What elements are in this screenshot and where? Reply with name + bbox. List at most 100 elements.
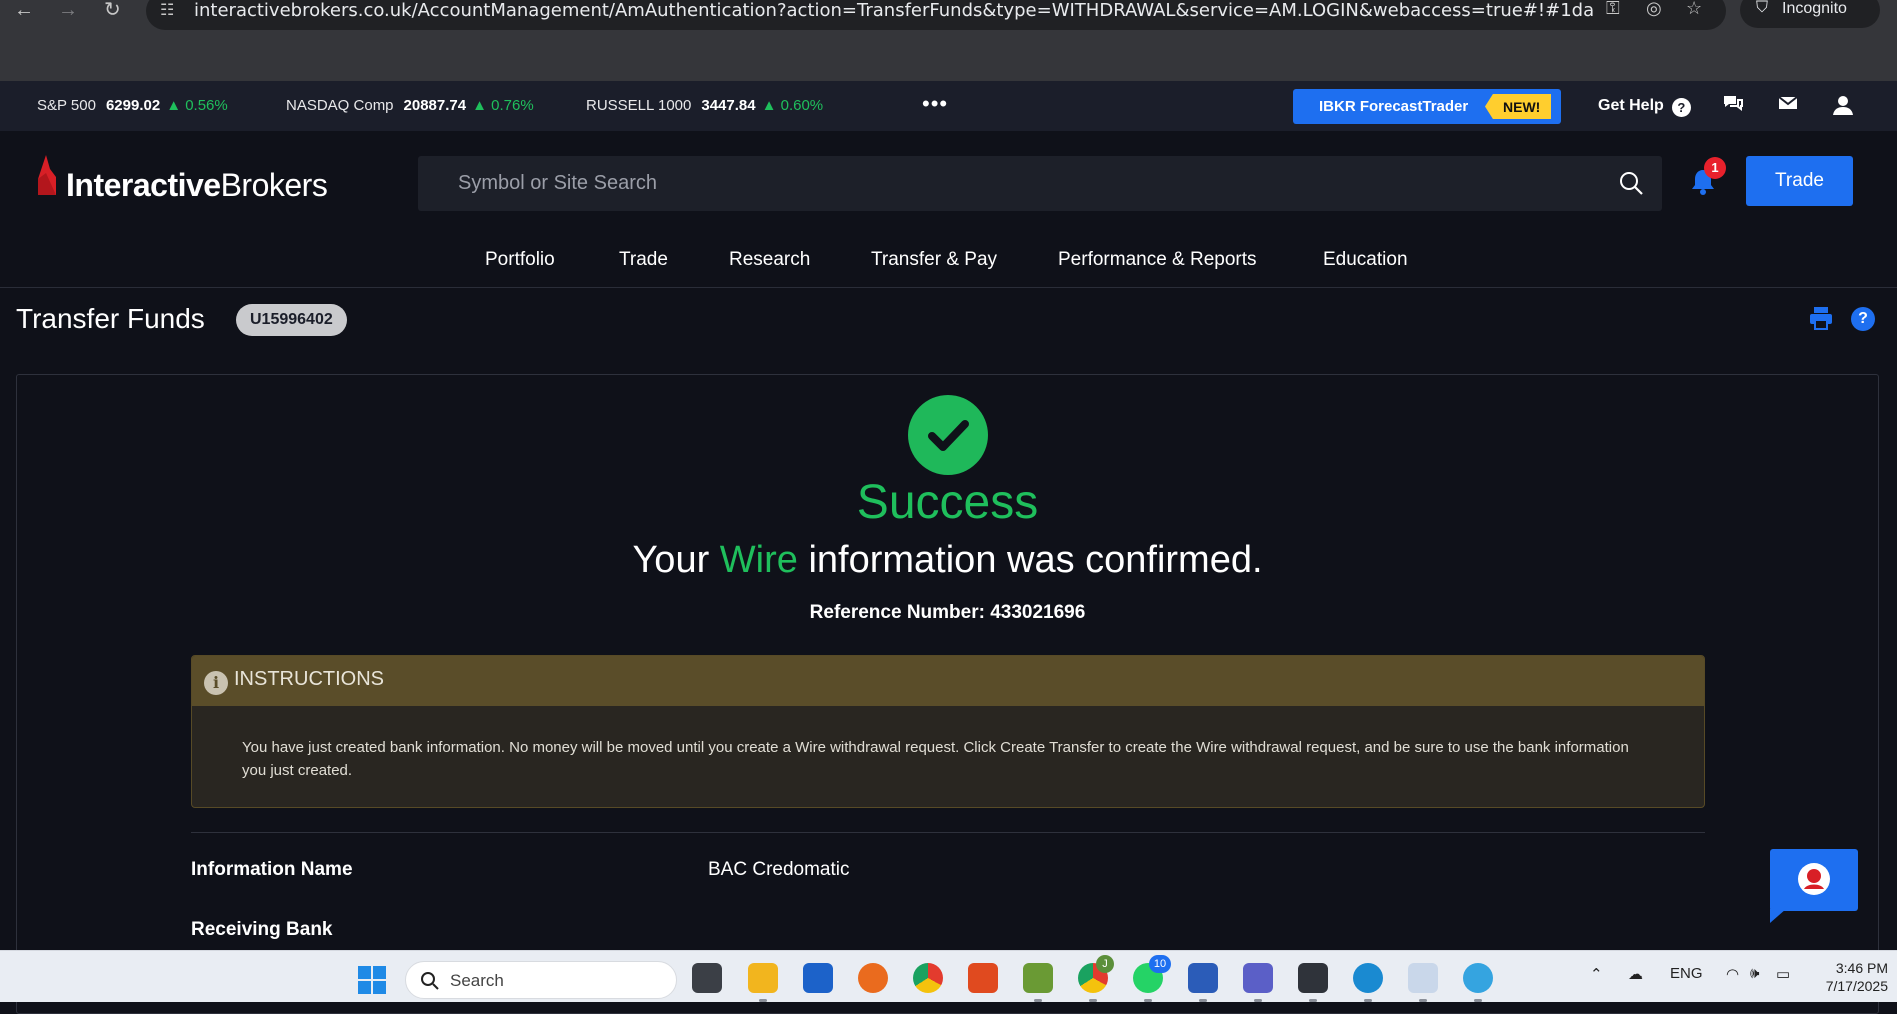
microsoft-store-icon[interactable] <box>803 963 833 993</box>
question-icon: ? <box>1671 98 1691 117</box>
trade-button[interactable]: Trade <box>1746 156 1853 206</box>
notepad-icon[interactable] <box>1023 963 1053 1002</box>
remote-desktop-icon[interactable] <box>968 963 998 993</box>
nav-trade[interactable]: Trade <box>619 249 668 271</box>
ticker-name: RUSSELL 1000 <box>586 97 692 114</box>
site-search[interactable] <box>418 156 1662 211</box>
instructions-header: i INSTRUCTIONS <box>192 656 1704 706</box>
information-name-value: BAC Credomatic <box>708 859 850 880</box>
nav-research[interactable]: Research <box>729 249 810 271</box>
ticker-change: ▲ 0.76% <box>472 97 534 114</box>
ticker-item[interactable]: NASDAQ Comp 20887.74 ▲ 0.76% <box>286 97 534 114</box>
terminal-icon[interactable] <box>1298 963 1328 1002</box>
nav-portfolio[interactable]: Portfolio <box>485 249 555 271</box>
section-divider <box>191 832 1705 833</box>
incognito-icon: ⛉ <box>1756 0 1769 16</box>
symbol-search-input[interactable] <box>418 156 1662 211</box>
word-icon[interactable] <box>1188 963 1218 1002</box>
get-help-label: Get Help <box>1598 97 1664 114</box>
volume-icon[interactable]: 🕪 <box>1750 965 1759 982</box>
edge-icon[interactable] <box>1353 963 1383 1002</box>
incognito-label: Incognito <box>1782 0 1847 17</box>
help-icon[interactable]: ? <box>1851 307 1875 331</box>
whatsapp-icon[interactable]: 10 <box>1133 955 1171 1002</box>
back-arrow-icon[interactable]: ← <box>14 0 34 20</box>
reload-icon[interactable]: ↻ <box>104 0 121 20</box>
success-heading: Success <box>856 476 1039 529</box>
ticker-item[interactable]: RUSSELL 1000 3447.84 ▲ 0.60% <box>586 97 823 114</box>
ib-logo-icon <box>38 155 56 195</box>
information-name-label: Information Name <box>191 859 353 880</box>
chat-bubbles-icon[interactable] <box>1722 94 1744 120</box>
forward-arrow-icon[interactable]: → <box>58 0 78 20</box>
page-title-row: Transfer Funds U15996402 ? <box>0 289 1897 349</box>
eye-off-icon[interactable]: ◎ <box>1646 0 1662 19</box>
browser-chrome: ← → ↻ ☷ interactivebrokers.co.uk/Account… <box>0 0 1897 81</box>
snipping-tool-icon[interactable] <box>1408 963 1438 1002</box>
bookmark-star-icon[interactable]: ☆ <box>1686 0 1702 19</box>
clock-date: 7/17/2025 <box>1825 978 1888 994</box>
address-bar[interactable]: ☷ interactivebrokers.co.uk/AccountManage… <box>146 0 1726 30</box>
chat-avatar-icon <box>1798 863 1830 895</box>
windows-start-icon[interactable] <box>357 965 387 995</box>
logo-text: InteractiveBrokers <box>66 167 328 204</box>
ticker-change: ▲ 0.56% <box>166 97 228 114</box>
incognito-indicator[interactable]: ⛉ Incognito <box>1740 0 1880 28</box>
transfer-method: Wire <box>719 539 798 581</box>
transfer-confirmation-panel: Success Your Wire information was confir… <box>16 374 1879 1014</box>
ticker-item[interactable]: S&P 500 6299.02 ▲ 0.56% <box>37 97 228 114</box>
onedrive-cloud-icon[interactable]: ☁ <box>1628 965 1643 983</box>
message-prefix: Your <box>632 539 710 581</box>
show-hidden-icons-icon[interactable]: ⌃ <box>1590 965 1603 983</box>
mail-icon[interactable] <box>1778 94 1798 117</box>
forecast-trader-label: IBKR ForecastTrader <box>1319 98 1469 115</box>
system-clock[interactable]: 3:46 PM 7/17/2025 <box>1818 959 1888 995</box>
firefox-icon[interactable] <box>858 963 888 993</box>
ticker-price: 3447.84 <box>701 97 756 114</box>
print-icon[interactable] <box>1808 305 1834 331</box>
profile-badge: J <box>1096 955 1114 973</box>
clock-time: 3:46 PM <box>1835 960 1888 976</box>
site-header: InteractiveBrokers 1 Trade Portfolio Tra… <box>0 131 1897 288</box>
instructions-text: You have just created bank information. … <box>242 739 1629 779</box>
ticker-price: 20887.74 <box>403 97 467 114</box>
taskbar-search[interactable]: Search <box>405 961 677 999</box>
notifications-button[interactable]: 1 <box>1688 157 1726 202</box>
taskbar-search-placeholder: Search <box>450 971 504 990</box>
nav-education[interactable]: Education <box>1323 249 1408 271</box>
user-icon[interactable] <box>1832 94 1854 122</box>
wifi-icon[interactable]: ◠ <box>1726 965 1739 983</box>
get-help-link[interactable]: Get Help? <box>1598 97 1691 117</box>
ticker-price: 6299.02 <box>105 97 161 114</box>
instructions-title: INSTRUCTIONS <box>234 668 384 690</box>
battery-icon[interactable]: ▭ <box>1776 965 1790 983</box>
nav-transfer-pay[interactable]: Transfer & Pay <box>871 249 997 271</box>
paint-icon[interactable] <box>1463 963 1493 1002</box>
ticker-name: NASDAQ Comp <box>286 97 394 114</box>
chat-bubble-tail <box>1770 909 1786 923</box>
teams-icon[interactable] <box>1243 963 1273 1002</box>
info-icon: i <box>204 671 228 695</box>
chrome-profile-icon[interactable]: J <box>1078 955 1114 1002</box>
main-nav: Portfolio Trade Research Transfer & Pay … <box>0 249 1897 279</box>
forecast-trader-button[interactable]: IBKR ForecastTrader NEW! <box>1293 89 1561 124</box>
more-tickers-icon[interactable]: ••• <box>922 91 948 117</box>
instructions-box: i INSTRUCTIONS You have just created bank… <box>191 655 1705 808</box>
chrome-icon[interactable] <box>913 963 943 993</box>
language-indicator[interactable]: ENG <box>1670 965 1703 982</box>
url-text[interactable]: interactivebrokers.co.uk/AccountManageme… <box>194 0 1594 21</box>
logo-text-regular: Brokers <box>220 167 328 203</box>
page-title: Transfer Funds <box>16 303 205 334</box>
logo-text-bold: Interactive <box>66 167 221 203</box>
ticker-change: ▲ 0.60% <box>761 97 824 114</box>
key-icon[interactable]: ⚿ <box>1606 0 1620 19</box>
site-info-icon[interactable]: ☷ <box>160 0 174 20</box>
task-view-icon[interactable] <box>692 963 722 993</box>
windows-taskbar: Search J 10 ⌃ ☁ ENG ◠ 🕪 ▭ 3:46 PM 7/17/2… <box>0 950 1897 1002</box>
chat-support-button[interactable] <box>1770 849 1858 923</box>
search-icon[interactable] <box>1618 170 1644 196</box>
reference-number: Reference Number: 433021696 <box>809 602 1086 623</box>
file-explorer-icon[interactable] <box>748 963 778 1002</box>
account-id-badge: U15996402 <box>236 304 347 336</box>
nav-performance-reports[interactable]: Performance & Reports <box>1058 249 1257 271</box>
